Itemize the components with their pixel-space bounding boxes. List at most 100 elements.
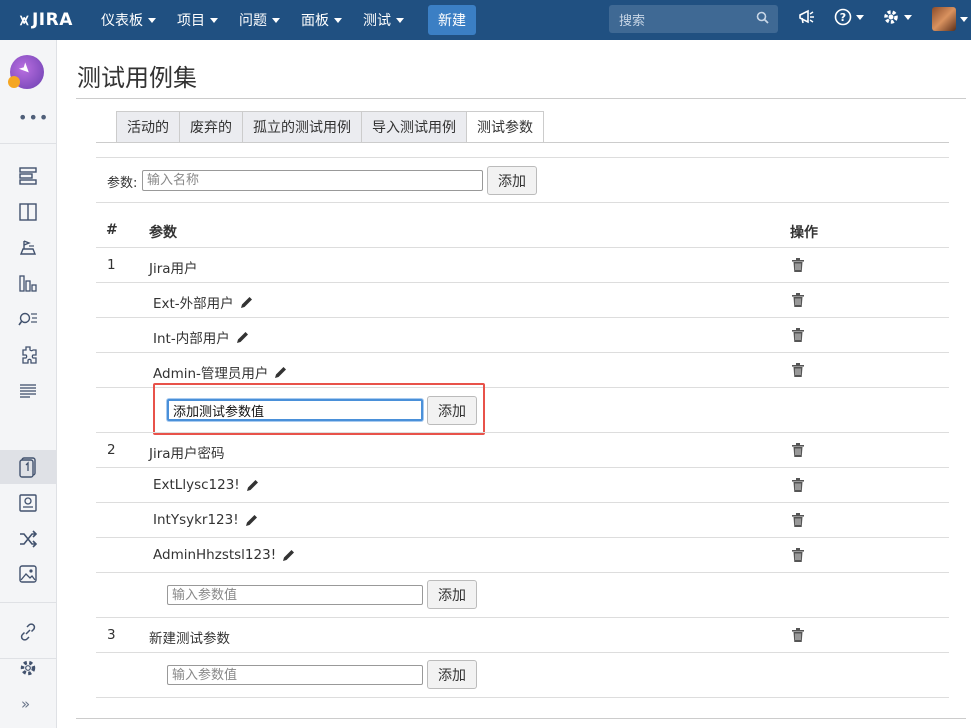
row-divider bbox=[96, 432, 949, 433]
param-value-text: Admin-管理员用户 bbox=[153, 366, 269, 382]
param-value-text: Int-内部用户 bbox=[153, 331, 230, 347]
param-value: AdminHhzstsl123! bbox=[153, 547, 295, 563]
test-runs-icon[interactable] bbox=[18, 493, 40, 515]
new-value-input[interactable] bbox=[167, 665, 423, 685]
delete-icon[interactable] bbox=[792, 328, 804, 342]
caret-down-icon bbox=[856, 14, 864, 20]
add-param-button[interactable]: 添加 bbox=[487, 166, 537, 195]
tab-active[interactable]: 活动的 bbox=[116, 111, 180, 143]
param-value: Ext-外部用户 bbox=[153, 292, 253, 312]
caret-down-icon bbox=[334, 17, 342, 23]
help-icon[interactable]: ? bbox=[834, 8, 864, 26]
menu-issues[interactable]: 问题 bbox=[239, 10, 280, 30]
link-icon[interactable] bbox=[18, 622, 40, 644]
add-value-button[interactable]: 添加 bbox=[427, 660, 477, 689]
tab-deprecated[interactable]: 废弃的 bbox=[179, 111, 243, 143]
group-number: 3 bbox=[107, 627, 116, 643]
row-divider bbox=[96, 247, 949, 248]
menu-dashboards[interactable]: 仪表板 bbox=[101, 10, 156, 30]
backlog-icon[interactable] bbox=[18, 202, 40, 224]
menu-projects[interactable]: 项目 bbox=[177, 10, 218, 30]
param-name-input[interactable] bbox=[142, 170, 483, 191]
releases-icon[interactable] bbox=[18, 237, 40, 259]
add-value-button[interactable]: 添加 bbox=[427, 580, 477, 609]
project-avatar[interactable]: ➤ bbox=[8, 55, 44, 89]
group-name: 新建测试参数 bbox=[149, 631, 230, 647]
user-avatar[interactable] bbox=[932, 7, 956, 31]
more-icon[interactable]: ••• bbox=[18, 108, 49, 127]
settings-gear-icon[interactable] bbox=[882, 8, 912, 26]
collapse-sidebar-icon[interactable]: » bbox=[21, 695, 30, 713]
row-divider bbox=[96, 317, 949, 318]
atlassian-icon: ⩙ bbox=[20, 11, 29, 29]
list-icon[interactable] bbox=[18, 381, 40, 403]
row-divider bbox=[96, 502, 949, 503]
caret-down-icon bbox=[960, 17, 968, 22]
menu-label: 仪表板 bbox=[101, 13, 143, 29]
search-issues-icon[interactable] bbox=[18, 309, 40, 331]
delete-icon[interactable] bbox=[792, 293, 804, 307]
delete-icon[interactable] bbox=[792, 443, 804, 457]
menu-label: 项目 bbox=[177, 13, 205, 29]
menu-label: 问题 bbox=[239, 13, 267, 29]
search-input[interactable]: 搜索 bbox=[609, 5, 778, 33]
delete-icon[interactable] bbox=[792, 628, 804, 642]
edit-pencil-icon[interactable] bbox=[245, 514, 258, 527]
menu-label: 面板 bbox=[301, 13, 329, 29]
jira-logo[interactable]: ⩙ JIRA bbox=[20, 10, 80, 30]
row-divider bbox=[96, 572, 949, 573]
edit-pencil-icon[interactable] bbox=[282, 549, 295, 562]
page-title: 测试用例集 bbox=[77, 64, 197, 92]
row-divider bbox=[96, 467, 949, 468]
sidebar-divider bbox=[0, 143, 56, 144]
caret-down-icon bbox=[272, 17, 280, 23]
caret-down-icon bbox=[210, 17, 218, 23]
gallery-icon[interactable] bbox=[18, 564, 40, 586]
param-value-text: Ext-外部用户 bbox=[153, 296, 234, 312]
settings-icon[interactable] bbox=[18, 658, 40, 680]
search-icon bbox=[756, 11, 769, 24]
delete-icon[interactable] bbox=[792, 363, 804, 377]
tab-import[interactable]: 导入测试用例 bbox=[361, 111, 467, 143]
delete-icon[interactable] bbox=[792, 478, 804, 492]
param-value: Int-内部用户 bbox=[153, 327, 249, 347]
components-icon[interactable] bbox=[18, 345, 40, 367]
param-value: IntYsykr123! bbox=[153, 512, 258, 528]
create-button[interactable]: 新建 bbox=[428, 5, 476, 35]
param-value: ExtLlysc123! bbox=[153, 477, 259, 493]
column-header-actions: 操作 bbox=[790, 225, 818, 241]
tabs-divider bbox=[96, 142, 949, 143]
shuffle-icon[interactable] bbox=[18, 529, 40, 551]
test-cases-icon[interactable] bbox=[0, 450, 56, 484]
row-divider bbox=[96, 652, 949, 653]
delete-icon[interactable] bbox=[792, 258, 804, 272]
badge-icon bbox=[8, 76, 20, 88]
board-icon[interactable] bbox=[18, 166, 40, 188]
tab-test-parameters[interactable]: 测试参数 bbox=[466, 111, 544, 143]
new-value-input[interactable] bbox=[167, 585, 423, 605]
param-value: Admin-管理员用户 bbox=[153, 362, 287, 382]
tab-bar: 活动的 废弃的 孤立的测试用例 导入测试用例 测试参数 bbox=[116, 111, 544, 143]
group-number: 1 bbox=[107, 257, 116, 273]
notifications-icon[interactable] bbox=[798, 8, 816, 26]
column-header-num: # bbox=[106, 222, 118, 238]
project-sidebar: ➤ ••• » bbox=[0, 40, 57, 728]
caret-down-icon bbox=[148, 17, 156, 23]
row-divider bbox=[96, 617, 949, 618]
edit-pencil-icon[interactable] bbox=[274, 366, 287, 379]
rocket-icon: ➤ bbox=[15, 59, 35, 79]
title-divider bbox=[76, 98, 966, 99]
menu-tests[interactable]: 测试 bbox=[363, 10, 404, 30]
edit-pencil-icon[interactable] bbox=[240, 296, 253, 309]
sidebar-divider bbox=[0, 602, 56, 603]
row-divider bbox=[96, 282, 949, 283]
reports-icon[interactable] bbox=[18, 273, 40, 295]
tab-orphaned[interactable]: 孤立的测试用例 bbox=[242, 111, 362, 143]
delete-icon[interactable] bbox=[792, 548, 804, 562]
edit-pencil-icon[interactable] bbox=[246, 479, 259, 492]
param-value-text: ExtLlysc123! bbox=[153, 477, 240, 493]
menu-boards[interactable]: 面板 bbox=[301, 10, 342, 30]
delete-icon[interactable] bbox=[792, 513, 804, 527]
row-divider bbox=[96, 537, 949, 538]
edit-pencil-icon[interactable] bbox=[236, 331, 249, 344]
